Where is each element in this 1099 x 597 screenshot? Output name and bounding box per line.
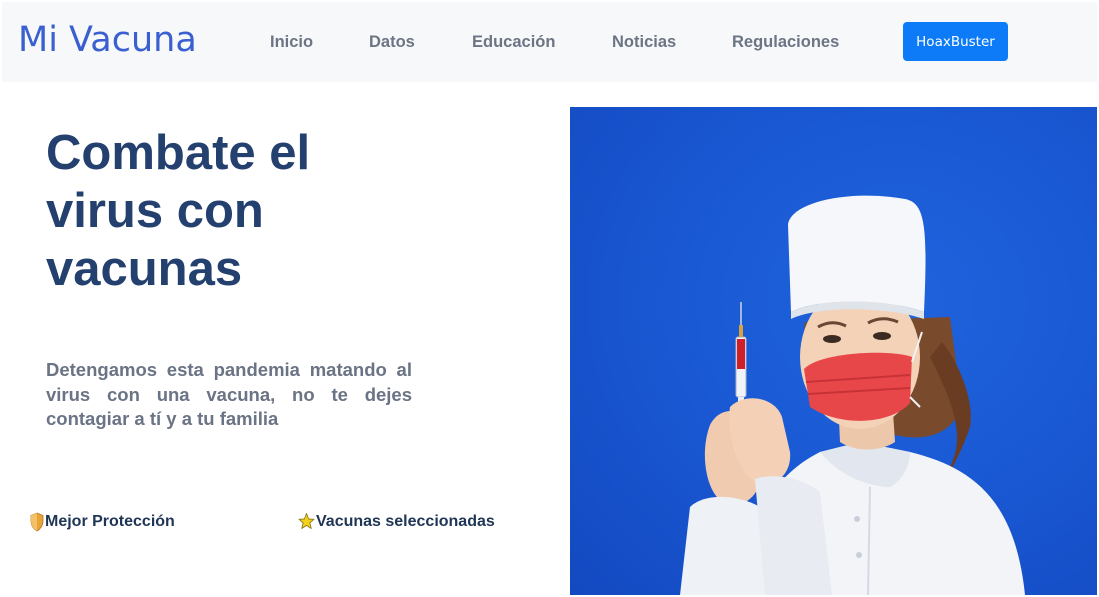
hero-description: Detengamos esta pandemia matando al viru… <box>46 359 412 429</box>
nav-link-educacion[interactable]: Educación <box>472 33 555 52</box>
nav-link-inicio[interactable]: Inicio <box>270 33 313 52</box>
brand-logo[interactable]: Mi Vacuna <box>18 20 197 60</box>
hero-image-nurse-syringe <box>570 107 1097 595</box>
star-icon <box>298 513 315 529</box>
feature-protection: Mejor Protección <box>30 512 175 532</box>
nav-link-noticias[interactable]: Noticias <box>612 33 676 52</box>
feature-protection-label: Mejor Protección <box>45 513 175 530</box>
feature-selected-label: Vacunas seleccionadas <box>316 513 495 530</box>
hoaxbuster-button[interactable]: HoaxBuster <box>903 22 1008 61</box>
nav-link-datos[interactable]: Datos <box>369 33 415 52</box>
navbar: Mi Vacuna Inicio Datos Educación Noticia… <box>2 2 1097 82</box>
shield-icon <box>30 512 44 532</box>
nurse-illustration <box>680 195 1025 595</box>
hero-title: Combate el virus con vacunas <box>46 126 311 296</box>
nav-link-regulaciones[interactable]: Regulaciones <box>732 33 839 52</box>
feature-selected-vaccines: Vacunas seleccionadas <box>298 512 495 532</box>
